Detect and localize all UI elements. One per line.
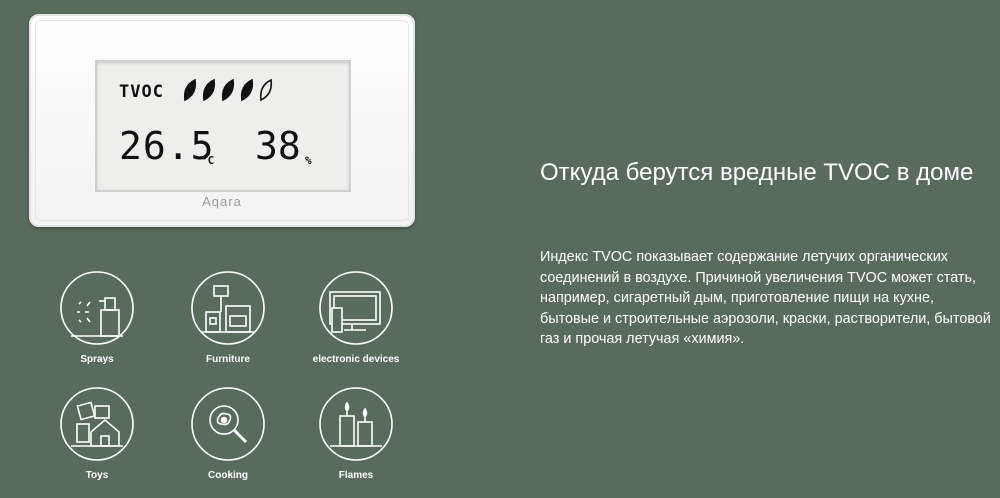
source-sprays: Sprays	[42, 268, 152, 365]
frying-pan-icon	[191, 387, 265, 461]
page-title: Откуда берутся вредные TVOC в доме	[540, 159, 974, 186]
source-electronic-devices: electronic devices	[301, 268, 411, 365]
tvoc-leaf-rating-icon	[183, 78, 273, 102]
air-quality-monitor: TVOC 26.5 °C 38 % Aqara	[29, 14, 415, 227]
humidity-unit: %	[305, 154, 312, 167]
leaf-filled-icon	[240, 78, 254, 102]
source-furniture: Furniture	[173, 268, 283, 365]
leaf-filled-icon	[183, 78, 197, 102]
tvoc-label: TVOC	[119, 82, 164, 102]
source-label: Flames	[338, 470, 374, 481]
leaf-filled-icon	[202, 78, 216, 102]
source-label: Furniture	[206, 354, 250, 365]
description-text: Индекс TVOC показывает содержание летучи…	[540, 249, 991, 347]
source-flames: Flames	[301, 384, 411, 481]
spray-icon	[60, 271, 134, 345]
e-ink-display: TVOC 26.5 °C 38 %	[95, 60, 351, 192]
source-cooking: Cooking	[173, 384, 283, 481]
monitor-icon	[319, 271, 393, 345]
source-label: Sprays	[80, 354, 114, 365]
source-label: electronic devices	[312, 354, 400, 365]
source-toys: Toys	[42, 384, 152, 481]
source-label: Toys	[85, 470, 109, 481]
leaf-filled-icon	[221, 78, 235, 102]
brand-logo: Aqara	[202, 194, 242, 209]
furniture-icon	[191, 271, 265, 345]
temperature-unit: °C	[201, 154, 215, 167]
leaf-empty-icon	[259, 78, 273, 102]
toys-icon	[60, 387, 134, 461]
source-label: Cooking	[208, 470, 248, 481]
humidity-value: 38	[255, 124, 301, 168]
candle-icon	[319, 387, 393, 461]
